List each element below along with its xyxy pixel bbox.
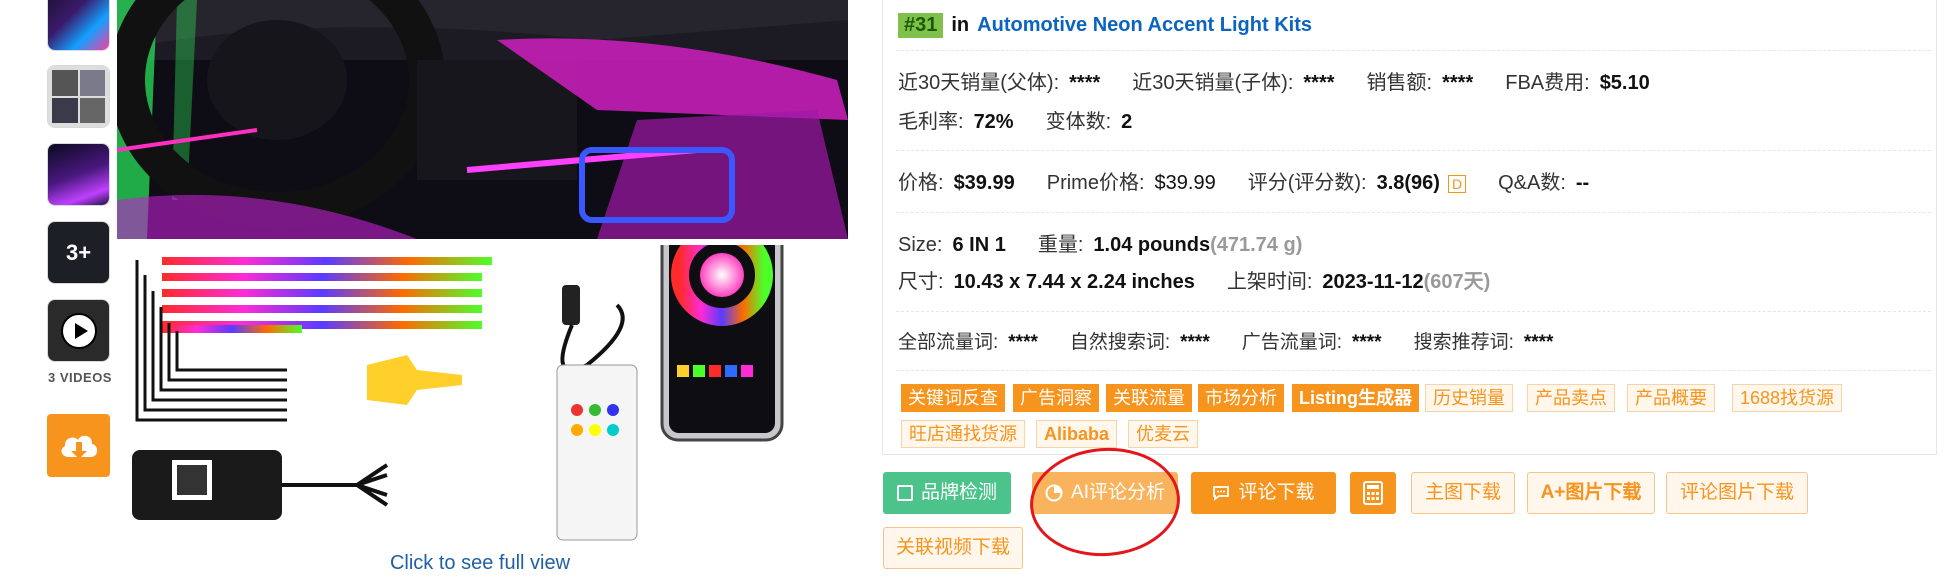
prime-price-label: Prime价格: bbox=[1046, 172, 1145, 194]
ai-review-analysis-label: AI评论分析 bbox=[1071, 482, 1165, 503]
play-icon bbox=[60, 312, 97, 349]
divider bbox=[896, 50, 1931, 51]
brand-check-button[interactable]: 品牌检测 bbox=[883, 472, 1011, 514]
product-kit-image[interactable] bbox=[117, 198, 848, 550]
comment-icon bbox=[1213, 486, 1230, 501]
aplus-image-download-button[interactable]: A+图片下载 bbox=[1527, 472, 1655, 514]
tag-1688-sourcing[interactable]: 1688找货源 bbox=[1732, 384, 1843, 412]
variants-label: 变体数: bbox=[1045, 111, 1112, 133]
price-value: $39.99 bbox=[953, 172, 1015, 194]
tag-keyword-reverse[interactable]: 关键词反查 bbox=[901, 384, 1005, 412]
all-keywords-value: **** bbox=[1008, 332, 1038, 353]
rating-grade-badge: D bbox=[1447, 175, 1467, 193]
sales-parent-label: 近30天销量(父体): bbox=[898, 72, 1060, 94]
sales-child-label: 近30天销量(子体): bbox=[1132, 72, 1294, 94]
rating-label: 评分(评分数): bbox=[1247, 172, 1367, 194]
related-video-download-button[interactable]: 关联视频下载 bbox=[883, 527, 1023, 569]
rating-value: 3.8(96) bbox=[1376, 172, 1440, 194]
rank-badge: #31 bbox=[898, 13, 944, 38]
thumbnail-3[interactable] bbox=[47, 143, 110, 206]
calculator-icon bbox=[1363, 481, 1383, 505]
margin-value: 72% bbox=[973, 111, 1014, 133]
click-to-see-full-view-link[interactable]: Click to see full view bbox=[330, 552, 630, 575]
fba-fee-label: FBA费用: bbox=[1505, 72, 1590, 94]
margin-label: 毛利率: bbox=[898, 111, 964, 133]
fba-fee-value: $5.10 bbox=[1599, 72, 1650, 94]
ai-review-analysis-button[interactable]: AI评论分析 bbox=[1032, 472, 1178, 514]
divider bbox=[896, 150, 1931, 151]
calculator-button[interactable] bbox=[1350, 472, 1396, 514]
sales-child-value: **** bbox=[1303, 72, 1335, 94]
listed-date-label: 上架时间: bbox=[1226, 271, 1313, 293]
price-row: 价格: $39.99 Prime价格: $39.99 评分(评分数): 3.8(… bbox=[898, 166, 1621, 195]
variants-value: 2 bbox=[1121, 111, 1133, 133]
cloud-download-button[interactable] bbox=[47, 414, 110, 477]
rank-in-text: in bbox=[951, 14, 970, 36]
dimensions-label: 尺寸: bbox=[898, 271, 944, 293]
pie-chart-icon bbox=[1045, 484, 1063, 502]
revenue-value: **** bbox=[1442, 72, 1474, 94]
sales-metrics-row: 近30天销量(父体): **** 近30天销量(子体): **** 销售额: *… bbox=[898, 66, 1682, 95]
ad-keywords-value: **** bbox=[1352, 332, 1382, 353]
size-weight-row: Size: 6 IN 1 重量: 1.04 pounds (471.74 g) bbox=[898, 228, 1302, 257]
weight-value: 1.04 pounds bbox=[1093, 234, 1211, 256]
main-image-download-button[interactable]: 主图下载 bbox=[1411, 472, 1515, 514]
review-download-label: 评论下载 bbox=[1238, 482, 1315, 503]
car-interior-image bbox=[117, 0, 848, 239]
tag-ad-insight[interactable]: 广告洞察 bbox=[1013, 384, 1099, 412]
prime-price-value: $39.99 bbox=[1154, 172, 1216, 194]
keywords-row: 全部流量词: **** 自然搜索词: **** 广告流量词: **** 搜索推荐… bbox=[898, 327, 1585, 354]
weight-label: 重量: bbox=[1037, 234, 1084, 256]
tag-history-sales[interactable]: 历史销量 bbox=[1425, 384, 1513, 412]
tag-selling-points[interactable]: 产品卖点 bbox=[1527, 384, 1615, 412]
product-main-image[interactable] bbox=[117, 0, 848, 239]
organic-keywords-label: 自然搜索词: bbox=[1069, 332, 1171, 353]
tag-wangdiantong-sourcing[interactable]: 旺店通找货源 bbox=[901, 420, 1025, 448]
tag-market-analysis[interactable]: 市场分析 bbox=[1198, 384, 1284, 412]
sales-parent-value: **** bbox=[1069, 72, 1101, 94]
thumbnail-more[interactable]: 3+ bbox=[47, 221, 110, 284]
tag-product-summary[interactable]: 产品概要 bbox=[1627, 384, 1715, 412]
divider bbox=[896, 311, 1931, 312]
divider bbox=[896, 370, 1931, 371]
tag-alibaba[interactable]: Alibaba bbox=[1036, 420, 1118, 448]
kit-contents-image bbox=[132, 198, 784, 541]
listed-days: (607天) bbox=[1423, 271, 1491, 293]
best-seller-rank: #31 in Automotive Neon Accent Light Kits bbox=[898, 13, 1312, 38]
margin-row: 毛利率: 72% 变体数: 2 bbox=[898, 105, 1164, 134]
cloud-download-icon bbox=[61, 435, 97, 459]
price-label: 价格: bbox=[898, 172, 944, 194]
dimensions-row: 尺寸: 10.43 x 7.44 x 2.24 inches 上架时间: 202… bbox=[898, 265, 1490, 294]
more-count-label: 3+ bbox=[65, 239, 92, 265]
size-label: Size: bbox=[898, 234, 943, 256]
size-value: 6 IN 1 bbox=[952, 234, 1006, 256]
rank-category-link[interactable]: Automotive Neon Accent Light Kits bbox=[977, 14, 1312, 37]
revenue-label: 销售额: bbox=[1366, 72, 1433, 94]
organic-keywords-value: **** bbox=[1180, 332, 1210, 353]
videos-count-label: 3 VIDEOS bbox=[48, 370, 112, 385]
thumbnail-2[interactable] bbox=[47, 65, 110, 128]
search-recommend-label: 搜索推荐词: bbox=[1413, 332, 1514, 353]
review-download-button[interactable]: 评论下载 bbox=[1191, 472, 1336, 514]
divider bbox=[896, 212, 1931, 213]
qa-value: -- bbox=[1575, 172, 1590, 194]
video-thumbnail[interactable] bbox=[47, 299, 110, 362]
tag-youmaiyun[interactable]: 优麦云 bbox=[1128, 420, 1198, 448]
weight-grams: (471.74 g) bbox=[1210, 234, 1303, 256]
search-recommend-value: **** bbox=[1523, 332, 1554, 353]
brand-check-label: 品牌检测 bbox=[920, 482, 997, 503]
all-keywords-label: 全部流量词: bbox=[898, 332, 999, 353]
thumbnail-1[interactable] bbox=[47, 0, 110, 51]
tag-listing-generator[interactable]: Listing生成器 bbox=[1292, 384, 1419, 412]
checkbox-icon bbox=[896, 485, 913, 501]
review-image-download-button[interactable]: 评论图片下载 bbox=[1666, 472, 1808, 514]
tag-related-traffic[interactable]: 关联流量 bbox=[1106, 384, 1192, 412]
dimensions-value: 10.43 x 7.44 x 2.24 inches bbox=[953, 271, 1195, 293]
qa-label: Q&A数: bbox=[1498, 172, 1566, 194]
listed-date-value: 2023-11-12 bbox=[1322, 271, 1424, 293]
ad-keywords-label: 广告流量词: bbox=[1241, 332, 1342, 353]
